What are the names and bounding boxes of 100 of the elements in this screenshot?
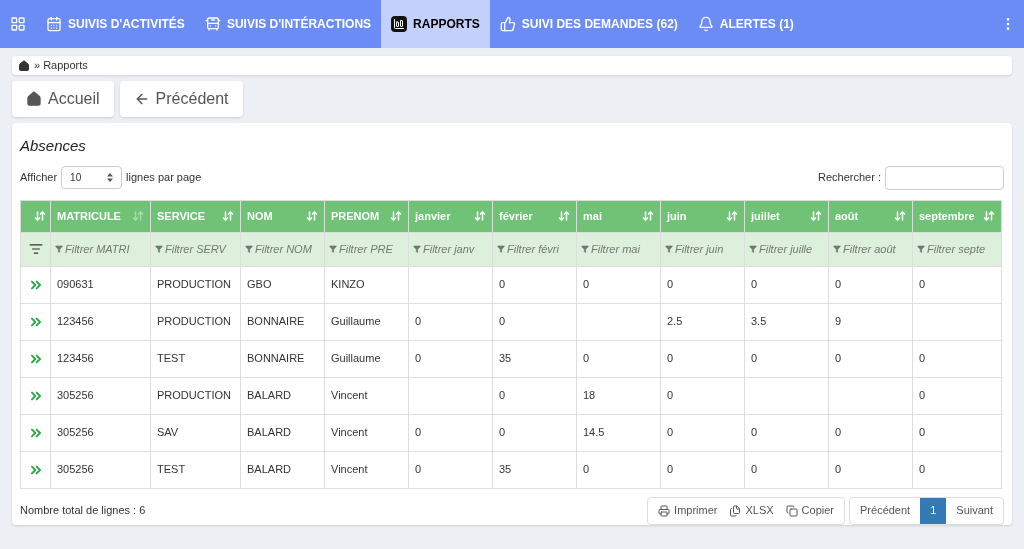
- export-button[interactable]: Copier: [779, 502, 840, 519]
- home-button[interactable]: Accueil: [12, 81, 114, 117]
- nav-tab[interactable]: SUIVIS D'ACTIVITÉS: [36, 0, 195, 48]
- table-cell: 0: [751, 426, 758, 439]
- select-arrows-icon: [107, 173, 114, 182]
- table-cell: Guillaume: [331, 315, 381, 328]
- pagination-button[interactable]: Précédent: [850, 497, 921, 524]
- home-icon[interactable]: [18, 59, 30, 72]
- table-cell: 123456: [57, 315, 94, 328]
- export-button[interactable]: Imprimer: [652, 502, 724, 519]
- column-header[interactable]: juillet: [751, 207, 780, 225]
- table-cell: 0: [751, 463, 758, 476]
- table-cell: BONNAIRE: [247, 352, 305, 365]
- card-title: Absences: [20, 136, 87, 156]
- table-cell: 0: [835, 426, 842, 439]
- grid-icon: [10, 16, 26, 32]
- table-cell: SAV: [157, 426, 179, 439]
- table-cell: TEST: [157, 352, 186, 365]
- table-cell: 0: [415, 352, 422, 365]
- home-icon: [26, 91, 42, 107]
- copy-icon: [785, 504, 798, 517]
- table-cell: Vincent: [331, 426, 368, 439]
- table-cell: 3.5: [751, 315, 767, 328]
- chart-icon: [391, 16, 408, 32]
- table-cell: 0: [499, 426, 506, 439]
- table-cell: 0: [667, 352, 674, 365]
- table-cell: GBO: [247, 278, 272, 291]
- sort-icon[interactable]: [894, 210, 906, 222]
- sort-icon[interactable]: [306, 210, 318, 222]
- export-button[interactable]: XLSX: [723, 502, 780, 519]
- sort-icon[interactable]: [558, 210, 570, 222]
- bell-icon: [697, 16, 714, 32]
- table-cell: 2.5: [667, 315, 683, 328]
- table-cell: Guillaume: [331, 352, 381, 365]
- table-cell: 0: [835, 463, 842, 476]
- page-size-label: Afficher: [20, 170, 58, 186]
- table-cell: 123456: [57, 352, 94, 365]
- calendar-icon: [46, 16, 62, 32]
- table-cell: 0: [919, 352, 926, 365]
- table-cell: 0: [667, 389, 674, 402]
- pagination-button[interactable]: Suivant: [946, 497, 1003, 524]
- nav-tab[interactable]: RAPPORTS: [381, 0, 490, 48]
- table-cell: 0: [415, 315, 422, 328]
- table-cell: 18: [583, 389, 596, 402]
- table-cell: 0: [667, 463, 674, 476]
- thumbs-icon: [499, 16, 516, 32]
- search-label: Rechercher :: [818, 170, 881, 186]
- filter-icon: [749, 245, 757, 253]
- printer-icon: [658, 504, 671, 517]
- search-field[interactable]: [885, 165, 1004, 190]
- table-cell: 305256: [57, 389, 94, 402]
- sort-icon[interactable]: [726, 210, 738, 222]
- table-cell: PRODUCTION: [157, 278, 231, 291]
- column-header[interactable]: août: [835, 207, 859, 225]
- table-cell: 35: [499, 463, 512, 476]
- table-cell: PRODUCTION: [157, 315, 231, 328]
- filter-icon: [245, 245, 253, 253]
- table-cell: 0: [415, 426, 422, 439]
- files-icon: [729, 504, 742, 517]
- filter-icon: [581, 245, 589, 253]
- nav-tab[interactable]: SUIVI DES DEMANDES (62): [489, 0, 688, 48]
- sort-icon[interactable]: [222, 210, 234, 222]
- table-cell: 0: [583, 463, 590, 476]
- table-cell: 0: [751, 278, 758, 291]
- table-cell: 0: [667, 278, 674, 291]
- table-cell: PRODUCTION: [157, 389, 231, 402]
- table-cell: 0: [919, 463, 926, 476]
- table-cell: BALARD: [247, 389, 292, 402]
- nav-tab[interactable]: ALERTES (1): [687, 0, 804, 48]
- table-cell: 14.5: [583, 426, 605, 439]
- table-cell: 0: [919, 278, 926, 291]
- table-cell: 35: [499, 352, 512, 365]
- sort-icon[interactable]: [810, 210, 822, 222]
- sort-icon[interactable]: [474, 210, 486, 222]
- sort-icon[interactable]: [642, 210, 654, 222]
- page-size-select[interactable]: 10: [61, 166, 123, 189]
- breadcrumb-text: » Rapports: [34, 58, 88, 74]
- table-cell: 0: [835, 278, 842, 291]
- bus-icon: [204, 16, 221, 32]
- sort-icon[interactable]: [983, 210, 995, 222]
- filter-icon: [55, 245, 63, 253]
- filter-icon: [413, 245, 421, 253]
- table-cell: 305256: [57, 426, 94, 439]
- table-cell: 0: [583, 352, 590, 365]
- back-button[interactable]: Précédent: [119, 81, 243, 117]
- sort-icon[interactable]: [34, 210, 46, 222]
- column-header[interactable]: NOM: [247, 207, 273, 225]
- nav-tab[interactable]: SUIVIS D'INTÉRACTIONS: [194, 0, 382, 48]
- table-cell: KINZO: [331, 278, 365, 291]
- filter-icon: [833, 245, 841, 253]
- sort-icon[interactable]: [390, 210, 402, 222]
- table-cell: 0: [919, 389, 926, 402]
- column-header[interactable]: mai: [583, 207, 602, 225]
- column-header[interactable]: juin: [667, 207, 687, 225]
- table-cell: Vincent: [331, 463, 368, 476]
- filter-icon[interactable]: [28, 242, 43, 256]
- table-cell: TEST: [157, 463, 186, 476]
- table-cell: 0: [835, 352, 842, 365]
- pagination-button[interactable]: 1: [920, 497, 947, 524]
- table-cell: 9: [835, 315, 842, 328]
